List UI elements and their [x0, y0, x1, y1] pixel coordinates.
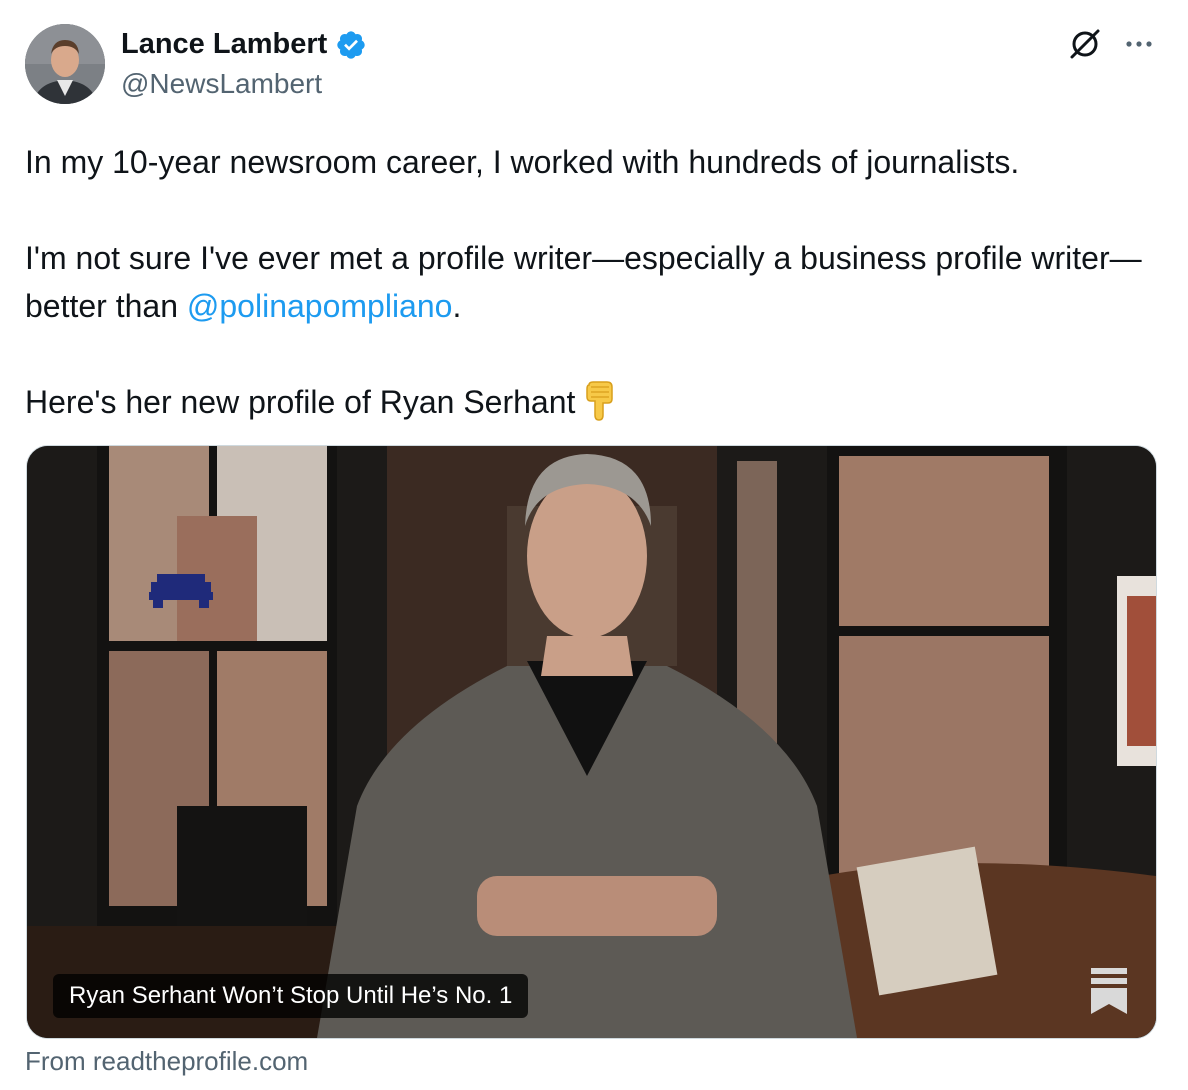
- more-options-icon[interactable]: [1121, 30, 1157, 58]
- tweet-paragraph: Here's her new profile of Ryan Serhant: [25, 378, 1155, 426]
- author-name-row: Lance Lambert: [121, 28, 367, 61]
- article-title[interactable]: Ryan Serhant Won’t Stop Until He’s No. 1: [53, 974, 529, 1018]
- bookmark-icon: [1091, 968, 1127, 1014]
- grok-icon[interactable]: [1067, 26, 1103, 62]
- backhand-index-pointing-down-emoji: [586, 381, 614, 421]
- tweet-text-segment: Here's her new profile of Ryan Serhant: [25, 384, 576, 420]
- link-card[interactable]: Ryan Serhant Won’t Stop Until He’s No. 1: [26, 445, 1157, 1039]
- verified-badge-icon[interactable]: [335, 29, 367, 61]
- author-handle[interactable]: @NewsLambert: [121, 68, 322, 100]
- author-name[interactable]: Lance Lambert: [121, 28, 327, 61]
- mention-link[interactable]: @polinapompliano: [187, 288, 453, 324]
- article-photo: [27, 446, 1156, 1038]
- tweet-text-segment: .: [452, 288, 462, 324]
- link-source[interactable]: From readtheprofile.com: [25, 1046, 308, 1077]
- tweet-text: In my 10-year newsroom career, I worked …: [25, 138, 1155, 426]
- avatar[interactable]: [25, 24, 105, 104]
- avatar-photo: [25, 24, 105, 104]
- tweet-paragraph: I'm not sure I've ever met a profile wri…: [25, 234, 1155, 330]
- tweet-paragraph: In my 10-year newsroom career, I worked …: [25, 144, 1020, 180]
